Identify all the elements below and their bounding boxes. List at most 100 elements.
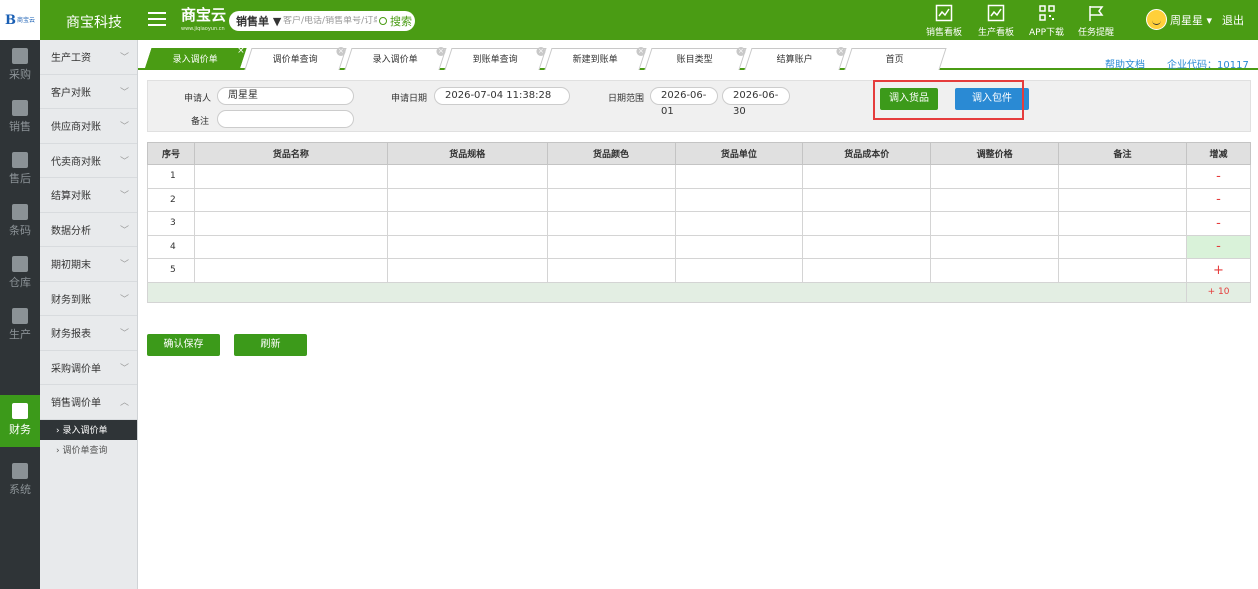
tab-received-query[interactable]: 到账单查询 × xyxy=(444,47,547,70)
submenu-settlement-reconcile[interactable]: 结算对账 ﹀ xyxy=(40,178,137,213)
module-system[interactable]: 系统 xyxy=(0,455,40,507)
submenu-customer-reconcile[interactable]: 客户对账 ﹀ xyxy=(40,75,137,109)
cell-goods-name[interactable] xyxy=(193,164,388,189)
cell-goods-unit[interactable] xyxy=(674,258,804,283)
cell-goods-spec[interactable] xyxy=(386,258,548,283)
search-type-select[interactable]: 销售单 ▼ xyxy=(229,13,283,29)
tab-enter-adjust-active[interactable]: 录入调价单 × xyxy=(144,46,247,70)
cell-remark[interactable] xyxy=(1058,211,1187,236)
tab-adjust-query[interactable]: 调价单查询 × xyxy=(244,47,347,70)
module-sales[interactable]: 销售 xyxy=(0,92,40,144)
submenu-child-enter-adjust[interactable]: › 录入调价单 xyxy=(40,419,137,440)
cell-goods-color[interactable] xyxy=(546,164,676,189)
close-icon[interactable]: × xyxy=(536,47,546,56)
submenu-sales-price-adjust[interactable]: 销售调价单 ︿ xyxy=(40,385,137,420)
submenu-supplier-reconcile[interactable]: 供应商对账 ﹀ xyxy=(40,109,137,144)
tab-account-type[interactable]: 账目类型 × xyxy=(644,47,747,70)
cell-goods-color[interactable] xyxy=(546,258,676,283)
submenu-child-adjust-query[interactable]: › 调价单查询 xyxy=(40,439,137,460)
user-name[interactable]: 周星星 ▾ xyxy=(1170,12,1212,28)
cell-goods-name[interactable] xyxy=(193,211,388,236)
logo[interactable]: B 商宝云 xyxy=(0,0,40,40)
close-icon[interactable]: × xyxy=(336,47,346,56)
add-row-button[interactable]: + xyxy=(1186,258,1251,283)
cell-goods-color[interactable] xyxy=(546,234,676,259)
remove-row-button[interactable]: - xyxy=(1186,234,1251,259)
cell-goods-spec[interactable] xyxy=(386,234,548,259)
date-field[interactable]: 2026-07-04 11:38:28 xyxy=(434,87,570,105)
cell-cost-price[interactable] xyxy=(802,234,932,259)
cell-goods-spec[interactable] xyxy=(386,211,548,236)
col-add-remove: 增减 xyxy=(1186,142,1251,165)
cell-remark[interactable] xyxy=(1058,187,1187,212)
remark-field[interactable] xyxy=(217,110,354,128)
production-dashboard-button[interactable]: 生产看板 xyxy=(978,4,1014,38)
module-warehouse[interactable]: 仓库 xyxy=(0,248,40,300)
cell-goods-name[interactable] xyxy=(193,258,388,283)
cell-goods-name[interactable] xyxy=(193,187,388,212)
search-input[interactable] xyxy=(283,16,377,26)
cell-cost-price[interactable] xyxy=(802,187,932,212)
remove-row-button[interactable]: - xyxy=(1186,187,1251,212)
cell-goods-unit[interactable] xyxy=(674,211,804,236)
tab-enter-adjust[interactable]: 录入调价单 × xyxy=(344,47,447,70)
cell-goods-unit[interactable] xyxy=(674,164,804,189)
confirm-save-button[interactable]: 确认保存 xyxy=(147,334,220,356)
cell-remark[interactable] xyxy=(1058,258,1187,283)
cell-remark[interactable] xyxy=(1058,164,1187,189)
app-download-button[interactable]: APP下载 xyxy=(1029,4,1064,38)
hamburger-menu-icon[interactable] xyxy=(148,12,166,26)
module-finance[interactable]: 财务 xyxy=(0,395,40,447)
cell-adjust-price[interactable] xyxy=(930,211,1060,236)
submenu-period-begin-end[interactable]: 期初期末 ﹀ xyxy=(40,247,137,282)
close-icon[interactable]: × xyxy=(736,47,746,56)
row-index: 1 xyxy=(147,164,195,189)
submenu-finance-report[interactable]: 财务报表 ﹀ xyxy=(40,316,137,351)
submenu-data-analysis[interactable]: 数据分析 ﹀ xyxy=(40,213,137,247)
cell-goods-color[interactable] xyxy=(546,187,676,212)
cell-goods-name[interactable] xyxy=(193,234,388,259)
task-reminder-button[interactable]: 任务提醒 xyxy=(1078,4,1114,38)
range-end-field[interactable]: 2026-06-30 xyxy=(722,87,790,117)
submenu-finance-received[interactable]: 财务到账 ﹀ xyxy=(40,282,137,316)
cell-remark[interactable] xyxy=(1058,234,1187,259)
sales-dashboard-button[interactable]: 销售看板 xyxy=(926,4,962,38)
cell-adjust-price[interactable] xyxy=(930,187,1060,212)
cell-adjust-price[interactable] xyxy=(930,258,1060,283)
tab-home[interactable]: 首页 xyxy=(844,48,947,70)
add-ten-rows-button[interactable]: + 10 xyxy=(1186,281,1251,303)
submenu-agent-reconcile[interactable]: 代卖商对账 ﹀ xyxy=(40,144,137,178)
submenu-purchase-price-adjust[interactable]: 采购调价单 ﹀ xyxy=(40,351,137,385)
cell-goods-unit[interactable] xyxy=(674,234,804,259)
cell-goods-color[interactable] xyxy=(546,211,676,236)
range-start-field[interactable]: 2026-06-01 xyxy=(650,87,718,117)
tab-settlement-account[interactable]: 结算账户 × xyxy=(744,47,847,70)
applicant-label: 申请人 xyxy=(184,94,212,104)
submenu-production-wage[interactable]: 生产工资 ﹀ xyxy=(40,40,137,75)
cell-goods-spec[interactable] xyxy=(386,187,548,212)
module-purchase[interactable]: 采购 xyxy=(0,40,40,92)
cell-cost-price[interactable] xyxy=(802,258,932,283)
close-icon[interactable]: × xyxy=(436,47,446,56)
logout-link[interactable]: 退出 xyxy=(1222,12,1244,28)
applicant-field[interactable]: 周星星 xyxy=(217,87,354,105)
cell-goods-spec[interactable] xyxy=(386,164,548,189)
close-icon[interactable]: × xyxy=(236,46,245,56)
close-icon[interactable]: × xyxy=(636,47,646,56)
module-after-sales[interactable]: 售后 xyxy=(0,144,40,196)
refresh-button[interactable]: 刷新 xyxy=(234,334,307,356)
remove-row-button[interactable]: - xyxy=(1186,164,1251,189)
cell-cost-price[interactable] xyxy=(802,211,932,236)
module-production[interactable]: 生产 xyxy=(0,300,40,352)
tab-new-received[interactable]: 新建到账单 × xyxy=(544,47,647,70)
cell-adjust-price[interactable] xyxy=(930,234,1060,259)
help-docs-link[interactable]: 帮助文档 xyxy=(1105,56,1145,71)
close-icon[interactable]: × xyxy=(836,47,846,56)
search-button[interactable]: 搜索 xyxy=(377,13,412,29)
avatar[interactable] xyxy=(1146,9,1167,30)
remove-row-button[interactable]: - xyxy=(1186,211,1251,236)
cell-adjust-price[interactable] xyxy=(930,164,1060,189)
cell-cost-price[interactable] xyxy=(802,164,932,189)
module-barcode[interactable]: 条码 xyxy=(0,196,40,248)
cell-goods-unit[interactable] xyxy=(674,187,804,212)
